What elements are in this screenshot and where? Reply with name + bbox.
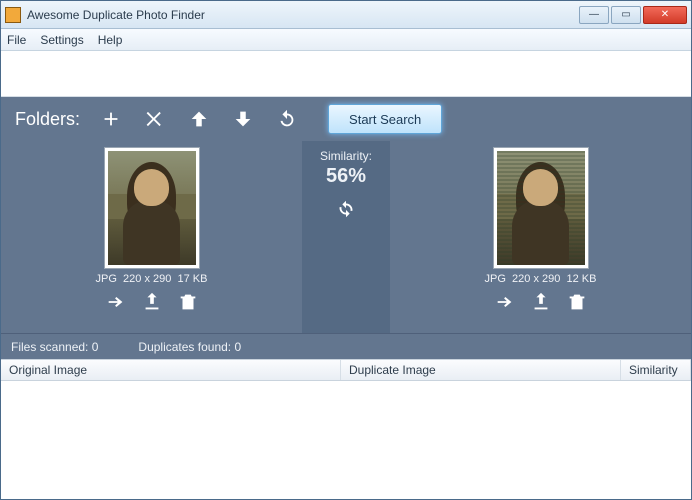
left-thumbnail[interactable] [104,147,200,269]
move-down-button[interactable] [230,106,256,132]
right-image-actions [494,291,588,313]
col-duplicate[interactable]: Duplicate Image [341,360,621,380]
close-button[interactable]: ✕ [643,6,687,24]
left-open-button[interactable] [105,291,127,313]
add-folder-button[interactable] [98,106,124,132]
right-image-meta: JPG 220 x 290 12 KB [485,273,597,285]
start-search-button[interactable]: Start Search [328,104,442,134]
results-header: Original Image Duplicate Image Similarit… [1,359,691,381]
similarity-label: Similarity: [320,149,372,163]
app-window: Awesome Duplicate Photo Finder — ▭ ✕ Fil… [0,0,692,500]
right-move-button[interactable] [530,291,552,313]
move-up-button[interactable] [186,106,212,132]
files-scanned: Files scanned: 0 [11,340,98,354]
right-open-button[interactable] [494,291,516,313]
remove-folder-button[interactable] [142,106,168,132]
folders-toolbar: Folders: Start Search [1,97,691,141]
menu-settings[interactable]: Settings [40,33,83,47]
menubar: File Settings Help [1,29,691,51]
left-delete-button[interactable] [177,291,199,313]
duplicates-found: Duplicates found: 0 [138,340,241,354]
similarity-value: 56% [326,165,366,188]
folders-label: Folders: [15,109,80,130]
menu-help[interactable]: Help [98,33,123,47]
files-scanned-label: Files scanned: [11,340,88,354]
files-scanned-value: 0 [92,340,99,354]
left-image-meta: JPG 220 x 290 17 KB [96,273,208,285]
similarity-panel: Similarity: 56% [302,141,390,333]
col-original[interactable]: Original Image [1,360,341,380]
left-move-button[interactable] [141,291,163,313]
reset-button[interactable] [274,106,300,132]
results-grid[interactable] [1,381,691,499]
duplicates-found-value: 0 [234,340,241,354]
right-thumbnail[interactable] [493,147,589,269]
right-delete-button[interactable] [566,291,588,313]
window-title: Awesome Duplicate Photo Finder [27,8,579,22]
comparison-area: JPG 220 x 290 17 KB Similarity: 56% JPG … [1,141,691,333]
status-bar: Files scanned: 0 Duplicates found: 0 [1,333,691,359]
menu-file[interactable]: File [7,33,26,47]
folder-list-area [1,51,691,97]
window-controls: — ▭ ✕ [579,6,687,24]
maximize-button[interactable]: ▭ [611,6,641,24]
app-icon [5,7,21,23]
left-image-actions [105,291,199,313]
titlebar[interactable]: Awesome Duplicate Photo Finder — ▭ ✕ [1,1,691,29]
col-similarity[interactable]: Similarity [621,360,691,380]
duplicates-found-label: Duplicates found: [138,340,231,354]
left-image-panel: JPG 220 x 290 17 KB [1,141,302,333]
right-image-panel: JPG 220 x 290 12 KB [390,141,691,333]
minimize-button[interactable]: — [579,6,609,24]
swap-button[interactable] [335,198,357,225]
